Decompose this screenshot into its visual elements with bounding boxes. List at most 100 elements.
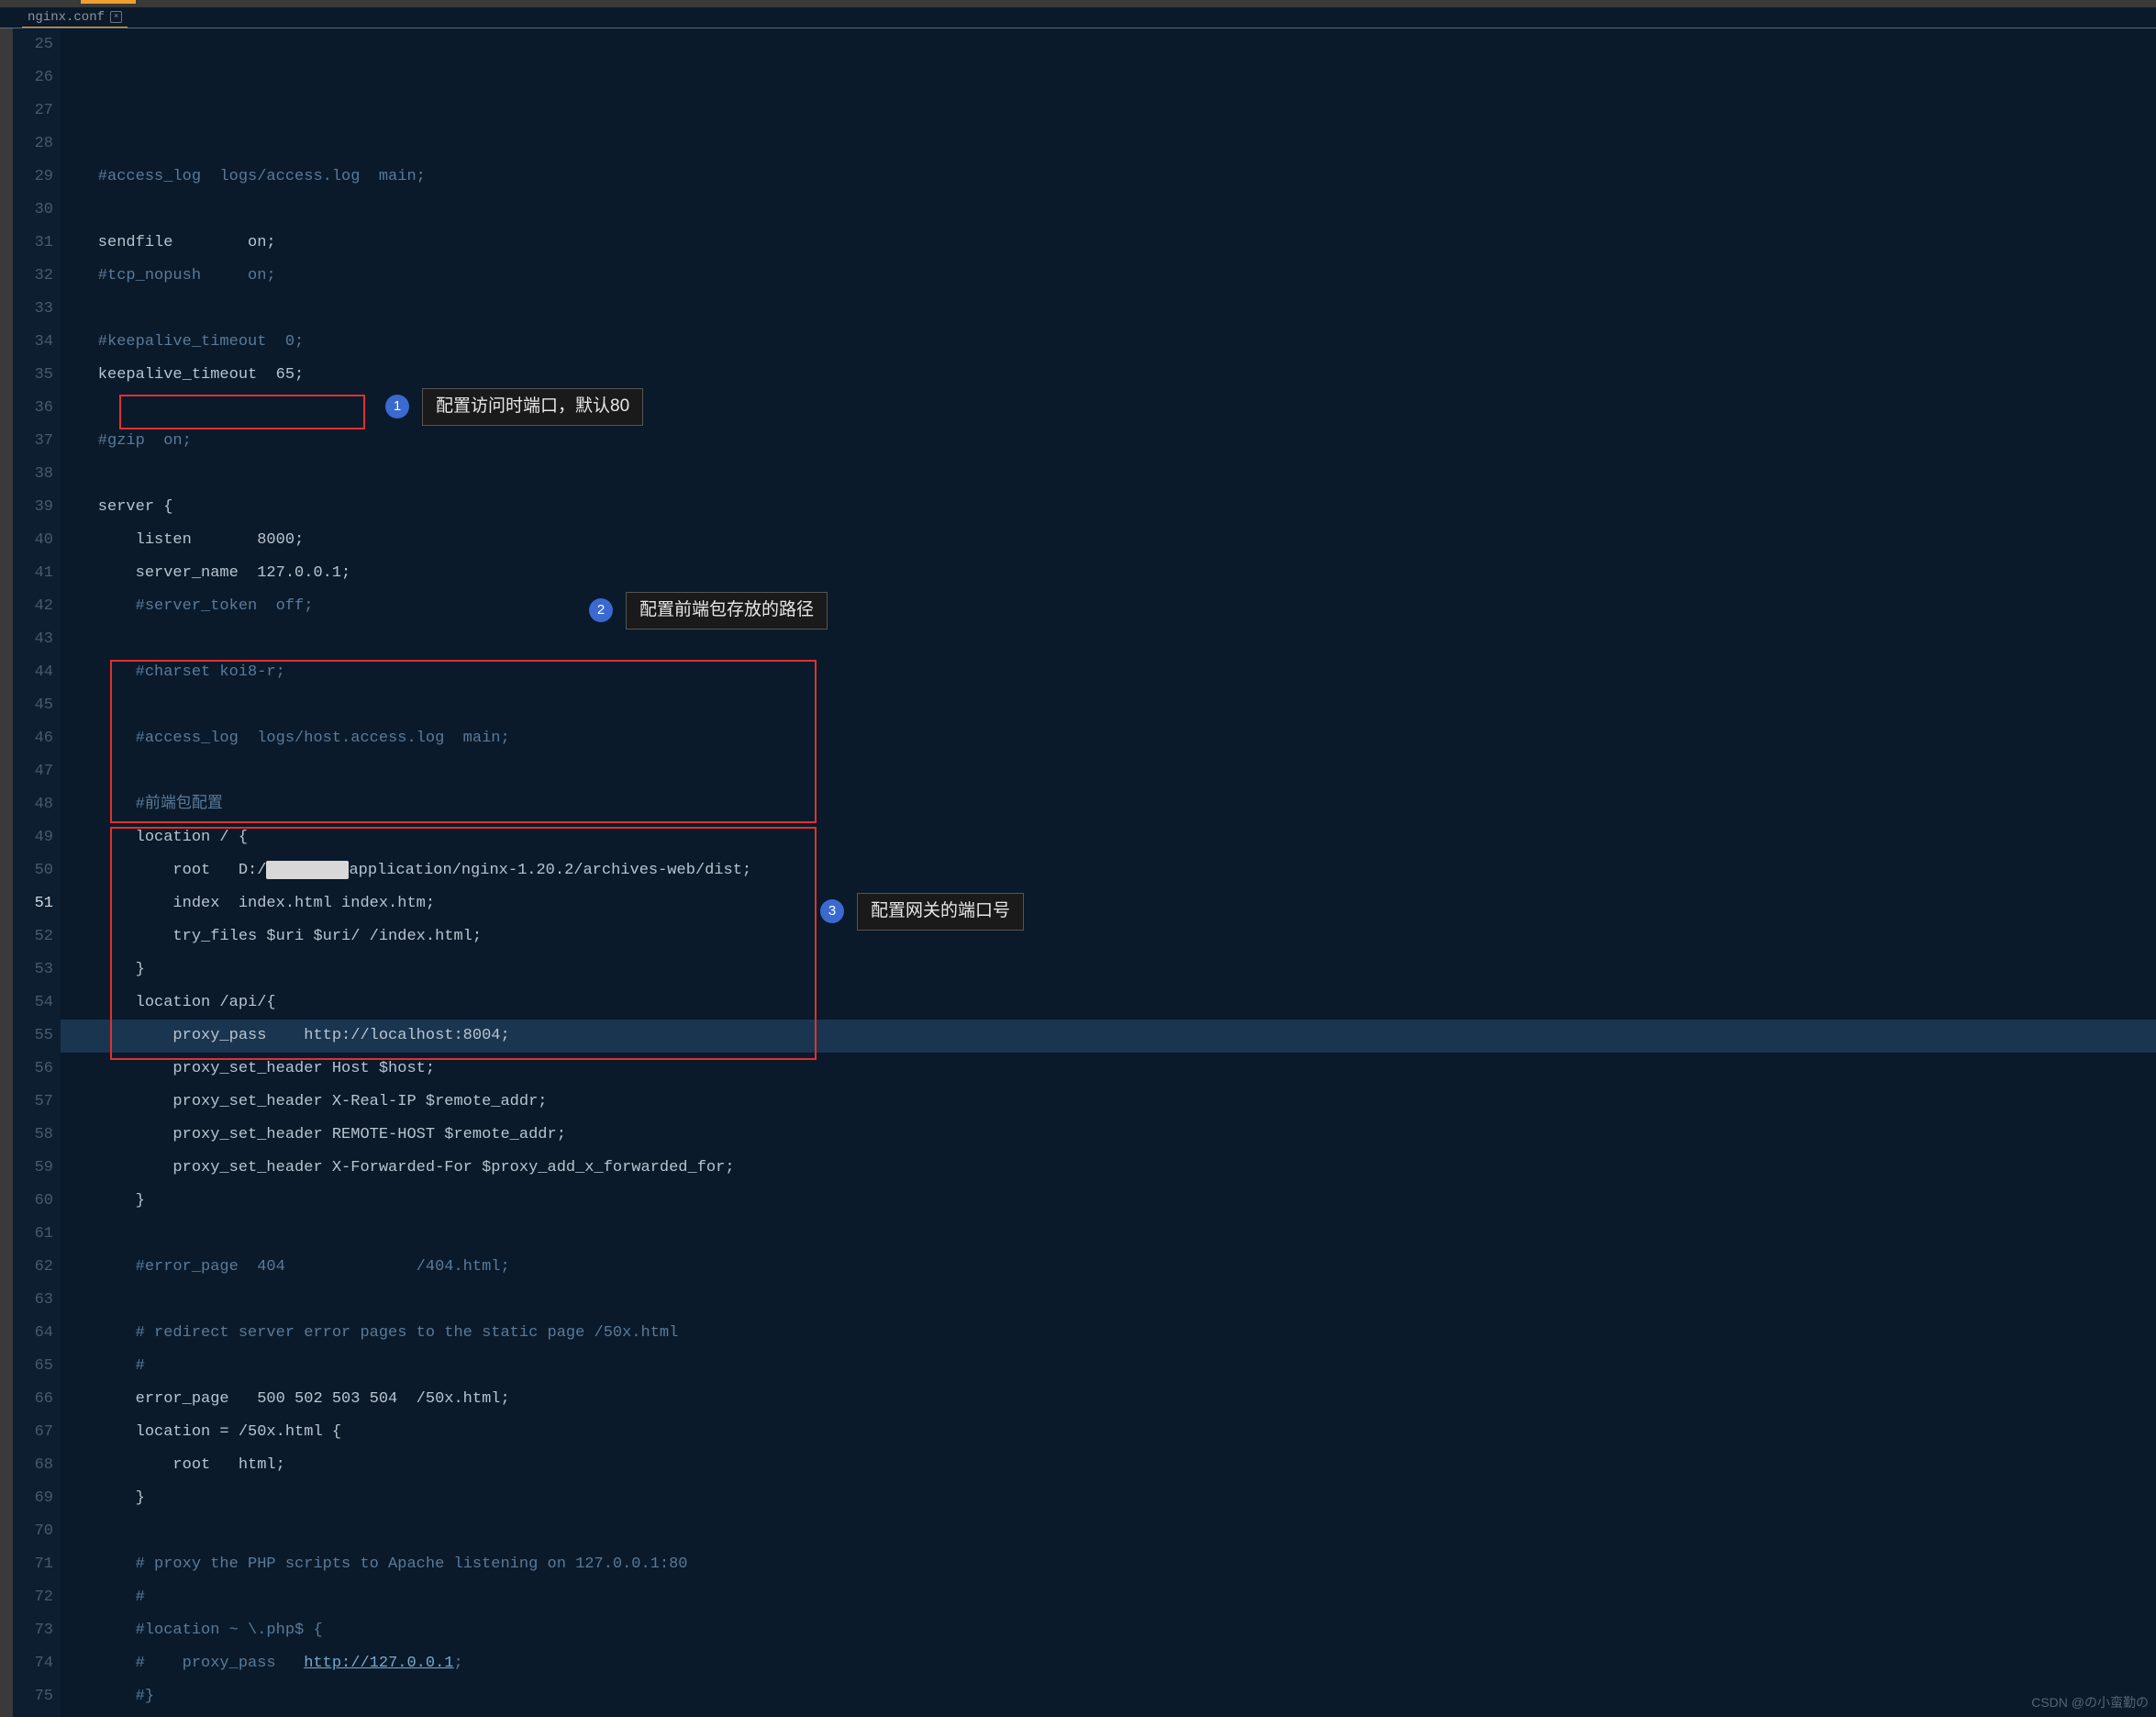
line-number: 75 — [13, 1680, 53, 1713]
code-line[interactable]: server_name 127.0.0.1; — [61, 557, 2156, 590]
line-number: 32 — [13, 260, 53, 293]
code-line[interactable] — [61, 689, 2156, 722]
line-number: 45 — [13, 689, 53, 722]
code-line[interactable]: root D:/application/nginx-1.20.2/archive… — [61, 854, 2156, 887]
line-number: 29 — [13, 161, 53, 194]
callout-badge-3: 3 — [820, 899, 844, 923]
line-number: 48 — [13, 788, 53, 821]
code-line[interactable]: #keepalive_timeout 0; — [61, 326, 2156, 359]
code-line[interactable] — [61, 623, 2156, 656]
line-number: 46 — [13, 722, 53, 755]
line-number: 69 — [13, 1482, 53, 1515]
line-number: 70 — [13, 1515, 53, 1548]
code-line[interactable]: try_files $uri $uri/ /index.html; — [61, 920, 2156, 953]
close-icon[interactable]: × — [110, 11, 122, 23]
line-number: 49 — [13, 821, 53, 854]
callout-label-1: 配置访问时端口，默认80 — [422, 388, 643, 426]
code-line[interactable]: server { — [61, 491, 2156, 524]
code-line[interactable] — [61, 458, 2156, 491]
code-line[interactable]: #前端包配置 — [61, 788, 2156, 821]
code-line[interactable]: } — [61, 1185, 2156, 1218]
line-number: 66 — [13, 1383, 53, 1416]
code-line[interactable]: # proxy the PHP scripts to Apache listen… — [61, 1548, 2156, 1581]
line-number: 64 — [13, 1317, 53, 1350]
code-line[interactable] — [61, 392, 2156, 425]
line-number: 72 — [13, 1581, 53, 1614]
line-number: 76 — [13, 1713, 53, 1717]
file-tab[interactable]: nginx.conf × — [22, 8, 128, 28]
code-line[interactable]: #location ~ \.php$ { — [61, 1614, 2156, 1647]
line-number: 55 — [13, 1020, 53, 1053]
line-number: 61 — [13, 1218, 53, 1251]
code-area[interactable]: #access_log logs/access.log main; sendfi… — [61, 28, 2156, 1717]
code-line[interactable]: # — [61, 1581, 2156, 1614]
line-number: 65 — [13, 1350, 53, 1383]
line-number: 58 — [13, 1119, 53, 1152]
code-line[interactable]: keepalive_timeout 65; — [61, 359, 2156, 392]
line-number: 62 — [13, 1251, 53, 1284]
line-number: 59 — [13, 1152, 53, 1185]
code-line[interactable]: #access_log logs/host.access.log main; — [61, 722, 2156, 755]
code-line[interactable]: #charset koi8-r; — [61, 656, 2156, 689]
editor: 2526272829303132333435363738394041424344… — [0, 28, 2156, 1717]
code-line[interactable]: proxy_set_header X-Forwarded-For $proxy_… — [61, 1152, 2156, 1185]
line-number: 30 — [13, 194, 53, 227]
callout-1: 1 配置访问时端口，默认80 — [385, 388, 643, 426]
code-line[interactable]: #error_page 404 /404.html; — [61, 1251, 2156, 1284]
code-line[interactable]: # redirect server error pages to the sta… — [61, 1317, 2156, 1350]
code-line[interactable]: #access_log logs/access.log main; — [61, 161, 2156, 194]
line-number: 37 — [13, 425, 53, 458]
code-line[interactable] — [61, 293, 2156, 326]
code-line[interactable]: sendfile on; — [61, 227, 2156, 260]
code-line[interactable]: #} — [61, 1680, 2156, 1713]
code-line[interactable]: } — [61, 1482, 2156, 1515]
code-line[interactable]: listen 8000; — [61, 524, 2156, 557]
code-line[interactable]: #tcp_nopush on; — [61, 260, 2156, 293]
code-line[interactable] — [61, 1713, 2156, 1717]
code-line[interactable]: # — [61, 1350, 2156, 1383]
redacted-block — [266, 861, 349, 879]
tab-filename: nginx.conf — [28, 10, 105, 25]
code-line[interactable] — [61, 1515, 2156, 1548]
line-number-gutter: 2526272829303132333435363738394041424344… — [13, 28, 61, 1717]
code-line[interactable]: proxy_set_header X-Real-IP $remote_addr; — [61, 1086, 2156, 1119]
line-number: 52 — [13, 920, 53, 953]
code-line[interactable] — [61, 755, 2156, 788]
line-number: 53 — [13, 953, 53, 987]
line-number: 57 — [13, 1086, 53, 1119]
code-line[interactable] — [61, 1218, 2156, 1251]
line-number: 47 — [13, 755, 53, 788]
code-line[interactable]: proxy_set_header Host $host; — [61, 1053, 2156, 1086]
code-line[interactable] — [61, 1284, 2156, 1317]
code-line[interactable]: location / { — [61, 821, 2156, 854]
callout-badge-1: 1 — [385, 395, 409, 418]
line-number: 26 — [13, 61, 53, 95]
code-line[interactable]: root html; — [61, 1449, 2156, 1482]
line-number: 42 — [13, 590, 53, 623]
line-number: 68 — [13, 1449, 53, 1482]
code-line[interactable]: error_page 500 502 503 504 /50x.html; — [61, 1383, 2156, 1416]
line-number: 51 — [13, 887, 53, 920]
code-line[interactable]: } — [61, 953, 2156, 987]
code-line[interactable]: location /api/{ — [61, 987, 2156, 1020]
line-number: 56 — [13, 1053, 53, 1086]
tab-strip: nginx.conf × — [0, 7, 2156, 28]
code-line[interactable]: location = /50x.html { — [61, 1416, 2156, 1449]
code-line[interactable] — [61, 194, 2156, 227]
left-margin-strip — [0, 28, 13, 1717]
line-number: 33 — [13, 293, 53, 326]
code-line[interactable]: proxy_pass http://localhost:8004; — [61, 1020, 2156, 1053]
callout-label-2: 配置前端包存放的路径 — [626, 592, 828, 630]
line-number: 44 — [13, 656, 53, 689]
code-line[interactable]: # proxy_pass http://127.0.0.1; — [61, 1647, 2156, 1680]
callout-3: 3 配置网关的端口号 — [820, 893, 1024, 931]
code-line[interactable]: #server_token off; — [61, 590, 2156, 623]
code-line[interactable]: index index.html index.htm; — [61, 887, 2156, 920]
line-number: 63 — [13, 1284, 53, 1317]
line-number: 27 — [13, 95, 53, 128]
line-number: 50 — [13, 854, 53, 887]
code-line[interactable]: #gzip on; — [61, 425, 2156, 458]
line-number: 40 — [13, 524, 53, 557]
code-line[interactable]: proxy_set_header REMOTE-HOST $remote_add… — [61, 1119, 2156, 1152]
line-number: 31 — [13, 227, 53, 260]
